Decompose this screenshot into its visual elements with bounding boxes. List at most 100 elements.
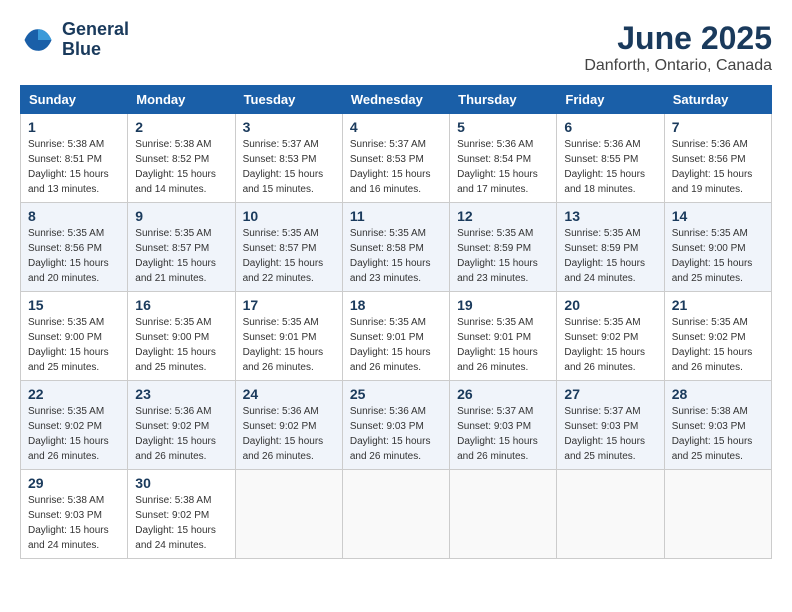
day-number: 18: [350, 297, 442, 313]
day-number: 9: [135, 208, 227, 224]
day-number: 21: [672, 297, 764, 313]
table-row: [557, 470, 664, 559]
table-row: [235, 470, 342, 559]
table-row: 11 Sunrise: 5:35 AMSunset: 8:58 PMDaylig…: [342, 203, 449, 292]
table-row: 29 Sunrise: 5:38 AMSunset: 9:03 PMDaylig…: [21, 470, 128, 559]
table-row: 5 Sunrise: 5:36 AMSunset: 8:54 PMDayligh…: [450, 114, 557, 203]
col-thursday: Thursday: [450, 86, 557, 114]
day-info: Sunrise: 5:35 AMSunset: 8:57 PMDaylight:…: [243, 226, 335, 286]
table-row: 24 Sunrise: 5:36 AMSunset: 9:02 PMDaylig…: [235, 381, 342, 470]
day-number: 14: [672, 208, 764, 224]
day-info: Sunrise: 5:35 AMSunset: 9:01 PMDaylight:…: [457, 315, 549, 375]
table-row: 15 Sunrise: 5:35 AMSunset: 9:00 PMDaylig…: [21, 292, 128, 381]
table-row: 6 Sunrise: 5:36 AMSunset: 8:55 PMDayligh…: [557, 114, 664, 203]
logo-text: General Blue: [62, 20, 129, 60]
table-row: 7 Sunrise: 5:36 AMSunset: 8:56 PMDayligh…: [664, 114, 771, 203]
day-number: 23: [135, 386, 227, 402]
table-row: 19 Sunrise: 5:35 AMSunset: 9:01 PMDaylig…: [450, 292, 557, 381]
day-info: Sunrise: 5:35 AMSunset: 8:58 PMDaylight:…: [350, 226, 442, 286]
day-info: Sunrise: 5:36 AMSunset: 9:02 PMDaylight:…: [135, 404, 227, 464]
day-number: 4: [350, 119, 442, 135]
table-row: 17 Sunrise: 5:35 AMSunset: 9:01 PMDaylig…: [235, 292, 342, 381]
table-row: 28 Sunrise: 5:38 AMSunset: 9:03 PMDaylig…: [664, 381, 771, 470]
day-info: Sunrise: 5:35 AMSunset: 8:57 PMDaylight:…: [135, 226, 227, 286]
calendar: Sunday Monday Tuesday Wednesday Thursday…: [20, 85, 772, 559]
table-row: 2 Sunrise: 5:38 AMSunset: 8:52 PMDayligh…: [128, 114, 235, 203]
day-number: 16: [135, 297, 227, 313]
table-row: 4 Sunrise: 5:37 AMSunset: 8:53 PMDayligh…: [342, 114, 449, 203]
day-info: Sunrise: 5:35 AMSunset: 9:02 PMDaylight:…: [28, 404, 120, 464]
day-number: 24: [243, 386, 335, 402]
table-row: 16 Sunrise: 5:35 AMSunset: 9:00 PMDaylig…: [128, 292, 235, 381]
col-tuesday: Tuesday: [235, 86, 342, 114]
calendar-week-row: 15 Sunrise: 5:35 AMSunset: 9:00 PMDaylig…: [21, 292, 772, 381]
day-number: 27: [564, 386, 656, 402]
day-info: Sunrise: 5:38 AMSunset: 8:52 PMDaylight:…: [135, 137, 227, 197]
table-row: [342, 470, 449, 559]
day-number: 3: [243, 119, 335, 135]
day-info: Sunrise: 5:36 AMSunset: 9:03 PMDaylight:…: [350, 404, 442, 464]
table-row: 1 Sunrise: 5:38 AMSunset: 8:51 PMDayligh…: [21, 114, 128, 203]
day-number: 30: [135, 475, 227, 491]
table-row: 3 Sunrise: 5:37 AMSunset: 8:53 PMDayligh…: [235, 114, 342, 203]
location-title: Danforth, Ontario, Canada: [584, 57, 772, 75]
table-row: [664, 470, 771, 559]
day-number: 5: [457, 119, 549, 135]
header: General Blue June 2025 Danforth, Ontario…: [20, 20, 772, 75]
day-number: 19: [457, 297, 549, 313]
col-sunday: Sunday: [21, 86, 128, 114]
day-info: Sunrise: 5:35 AMSunset: 9:01 PMDaylight:…: [350, 315, 442, 375]
calendar-week-row: 29 Sunrise: 5:38 AMSunset: 9:03 PMDaylig…: [21, 470, 772, 559]
col-saturday: Saturday: [664, 86, 771, 114]
day-number: 25: [350, 386, 442, 402]
day-number: 29: [28, 475, 120, 491]
day-number: 2: [135, 119, 227, 135]
calendar-header-row: Sunday Monday Tuesday Wednesday Thursday…: [21, 86, 772, 114]
day-info: Sunrise: 5:35 AMSunset: 9:02 PMDaylight:…: [672, 315, 764, 375]
day-info: Sunrise: 5:35 AMSunset: 8:59 PMDaylight:…: [457, 226, 549, 286]
table-row: 20 Sunrise: 5:35 AMSunset: 9:02 PMDaylig…: [557, 292, 664, 381]
day-number: 13: [564, 208, 656, 224]
day-number: 15: [28, 297, 120, 313]
logo: General Blue: [20, 20, 129, 60]
day-info: Sunrise: 5:35 AMSunset: 8:56 PMDaylight:…: [28, 226, 120, 286]
day-info: Sunrise: 5:36 AMSunset: 8:54 PMDaylight:…: [457, 137, 549, 197]
col-friday: Friday: [557, 86, 664, 114]
day-info: Sunrise: 5:37 AMSunset: 8:53 PMDaylight:…: [243, 137, 335, 197]
col-wednesday: Wednesday: [342, 86, 449, 114]
day-number: 11: [350, 208, 442, 224]
day-info: Sunrise: 5:37 AMSunset: 9:03 PMDaylight:…: [564, 404, 656, 464]
day-info: Sunrise: 5:35 AMSunset: 9:02 PMDaylight:…: [564, 315, 656, 375]
day-info: Sunrise: 5:38 AMSunset: 8:51 PMDaylight:…: [28, 137, 120, 197]
day-info: Sunrise: 5:36 AMSunset: 9:02 PMDaylight:…: [243, 404, 335, 464]
day-info: Sunrise: 5:35 AMSunset: 9:00 PMDaylight:…: [28, 315, 120, 375]
table-row: 8 Sunrise: 5:35 AMSunset: 8:56 PMDayligh…: [21, 203, 128, 292]
table-row: 27 Sunrise: 5:37 AMSunset: 9:03 PMDaylig…: [557, 381, 664, 470]
table-row: [450, 470, 557, 559]
calendar-week-row: 22 Sunrise: 5:35 AMSunset: 9:02 PMDaylig…: [21, 381, 772, 470]
day-info: Sunrise: 5:38 AMSunset: 9:02 PMDaylight:…: [135, 493, 227, 553]
day-info: Sunrise: 5:35 AMSunset: 9:01 PMDaylight:…: [243, 315, 335, 375]
table-row: 13 Sunrise: 5:35 AMSunset: 8:59 PMDaylig…: [557, 203, 664, 292]
table-row: 23 Sunrise: 5:36 AMSunset: 9:02 PMDaylig…: [128, 381, 235, 470]
day-info: Sunrise: 5:38 AMSunset: 9:03 PMDaylight:…: [672, 404, 764, 464]
day-info: Sunrise: 5:36 AMSunset: 8:56 PMDaylight:…: [672, 137, 764, 197]
title-area: June 2025 Danforth, Ontario, Canada: [584, 20, 772, 75]
table-row: 30 Sunrise: 5:38 AMSunset: 9:02 PMDaylig…: [128, 470, 235, 559]
col-monday: Monday: [128, 86, 235, 114]
day-number: 17: [243, 297, 335, 313]
day-number: 28: [672, 386, 764, 402]
table-row: 14 Sunrise: 5:35 AMSunset: 9:00 PMDaylig…: [664, 203, 771, 292]
day-number: 1: [28, 119, 120, 135]
table-row: 22 Sunrise: 5:35 AMSunset: 9:02 PMDaylig…: [21, 381, 128, 470]
day-number: 12: [457, 208, 549, 224]
day-info: Sunrise: 5:37 AMSunset: 8:53 PMDaylight:…: [350, 137, 442, 197]
day-info: Sunrise: 5:35 AMSunset: 9:00 PMDaylight:…: [135, 315, 227, 375]
table-row: 26 Sunrise: 5:37 AMSunset: 9:03 PMDaylig…: [450, 381, 557, 470]
day-info: Sunrise: 5:37 AMSunset: 9:03 PMDaylight:…: [457, 404, 549, 464]
day-number: 26: [457, 386, 549, 402]
calendar-week-row: 1 Sunrise: 5:38 AMSunset: 8:51 PMDayligh…: [21, 114, 772, 203]
day-number: 7: [672, 119, 764, 135]
day-number: 20: [564, 297, 656, 313]
month-title: June 2025: [584, 20, 772, 57]
